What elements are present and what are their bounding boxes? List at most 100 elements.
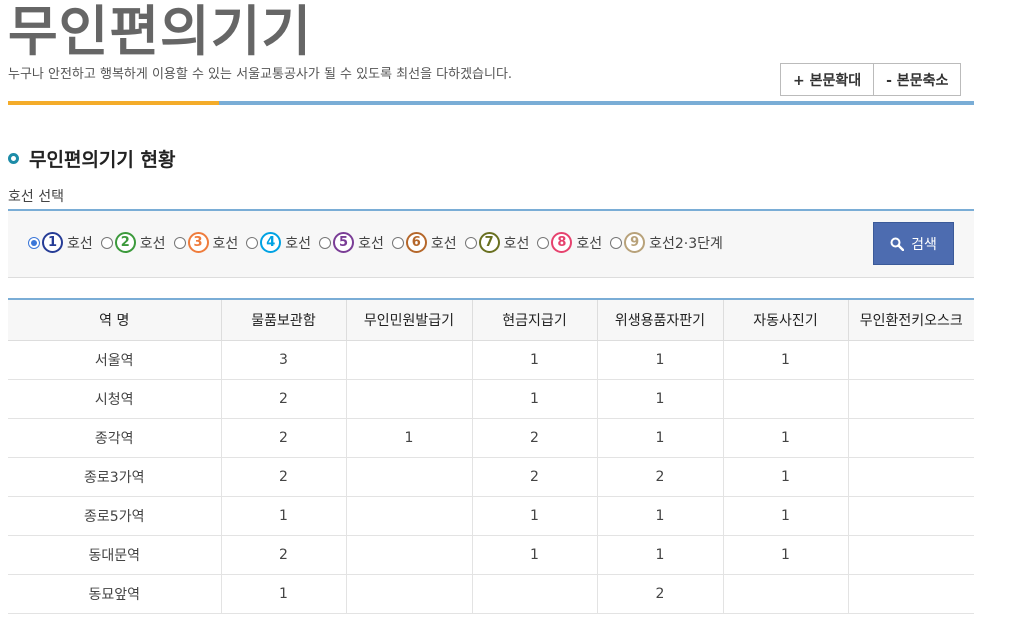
count-cell	[722, 574, 848, 614]
title-divider	[8, 101, 974, 105]
count-cell	[847, 340, 974, 380]
line-number-icon: 3	[187, 232, 209, 253]
line-option-5[interactable]: 5 호선	[319, 232, 384, 253]
line-number-icon: 9	[624, 232, 646, 253]
line-number-icon: 2	[114, 232, 136, 253]
count-cell: 1	[722, 418, 848, 458]
section-heading: 무인편의기기 현황	[8, 145, 175, 172]
line-option-label: 호선	[212, 235, 239, 252]
line-number-icon: 5	[333, 232, 355, 253]
line-radio-1[interactable]	[28, 236, 40, 249]
count-cell	[345, 496, 472, 536]
line-radio-5[interactable]	[319, 236, 332, 249]
line-select-label: 호선 선택	[8, 189, 64, 205]
count-cell: 1	[471, 496, 597, 536]
count-cell: 3	[220, 340, 346, 380]
line-option-8[interactable]: 8 호선	[537, 232, 602, 253]
line-option-1[interactable]: 1 호선	[28, 232, 93, 253]
count-cell: 2	[596, 574, 723, 614]
line-filter-box: 1 호선 2 호선 3 호선 4 호선 5 호선 6 호선 7 호선 8 호선 9 호선2·3단계 검색	[8, 209, 974, 278]
column-header: 무인민원발급기	[345, 299, 472, 341]
table-row: 서울역 3 1 1 1	[8, 340, 974, 380]
search-button[interactable]: 검색	[873, 222, 954, 265]
line-option-label: 호선	[576, 235, 603, 252]
count-cell: 1	[596, 535, 723, 575]
table-row: 시청역 2 1 1	[8, 379, 974, 419]
table-row: 동묘앞역 1 2	[8, 574, 974, 614]
column-header: 물품보관함	[220, 299, 346, 341]
count-cell: 2	[471, 418, 597, 458]
line-option-label: 호선	[358, 235, 384, 252]
line-radio-group: 1 호선 2 호선 3 호선 4 호선 5 호선 6 호선 7 호선 8 호선 9 호선2·3단계	[28, 232, 731, 253]
station-name-cell: 종로3가역	[8, 457, 221, 497]
line-radio-9[interactable]	[610, 236, 623, 249]
line-option-6[interactable]: 6 호선	[391, 232, 457, 253]
count-cell: 1	[471, 379, 597, 419]
line-radio-3[interactable]	[173, 236, 186, 249]
station-name-cell: 종로5가역	[8, 496, 221, 536]
count-cell	[847, 574, 974, 614]
count-cell: 1	[596, 340, 723, 380]
line-number-icon: 4	[260, 232, 282, 253]
line-option-label: 호선	[139, 235, 166, 252]
line-radio-2[interactable]	[100, 236, 113, 249]
line-radio-4[interactable]	[246, 236, 259, 249]
count-cell: 1	[596, 418, 723, 458]
station-name-cell: 동대문역	[8, 535, 221, 575]
font-size-controls: + 본문확대 - 본문축소	[780, 63, 962, 96]
line-radio-7[interactable]	[464, 236, 477, 249]
column-header: 위생용품자판기	[596, 299, 723, 341]
station-name-cell: 종각역	[8, 418, 221, 458]
count-cell	[345, 574, 472, 614]
line-option-label: 호선2·3단계	[649, 235, 723, 252]
count-cell: 1	[596, 496, 723, 536]
line-number-icon: 8	[551, 232, 573, 253]
line-radio-6[interactable]	[391, 236, 404, 249]
count-cell: 1	[345, 418, 472, 458]
search-button-label: 검색	[911, 236, 937, 253]
facility-table: 역 명 물품보관함 무인민원발급기 현금지급기 위생용품자판기 자동사진기 무인환전키오스크…	[8, 298, 974, 614]
count-cell: 1	[722, 496, 848, 536]
line-option-label: 호선	[503, 235, 530, 252]
line-option-label: 호선	[67, 235, 93, 252]
count-cell: 1	[220, 496, 346, 536]
count-cell	[345, 340, 472, 380]
line-option-label: 호선	[285, 235, 312, 252]
font-decrease-button[interactable]: - 본문축소	[873, 64, 961, 95]
count-cell	[847, 457, 974, 497]
count-cell: 1	[471, 535, 597, 575]
table-row: 종로5가역 1 1 1 1	[8, 496, 974, 536]
line-number-icon: 1	[42, 232, 63, 253]
count-cell: 1	[596, 379, 723, 419]
line-radio-8[interactable]	[537, 236, 550, 249]
count-cell	[345, 457, 472, 497]
line-option-7[interactable]: 7 호선	[464, 232, 530, 253]
line-option-3[interactable]: 3 호선	[173, 232, 239, 253]
search-icon	[890, 237, 905, 251]
station-name-cell: 동묘앞역	[8, 574, 221, 614]
page-description: 누구나 안전하고 행복하게 이용할 수 있는 서울교통공사가 될 수 있도록 최…	[8, 67, 513, 82]
title-divider-accent	[8, 101, 219, 105]
line-option-9[interactable]: 9 호선2·3단계	[610, 232, 723, 253]
count-cell	[847, 418, 974, 458]
station-name-cell: 시청역	[8, 379, 221, 419]
line-option-4[interactable]: 4 호선	[246, 232, 311, 253]
line-option-label: 호선	[430, 235, 457, 252]
count-cell	[847, 496, 974, 536]
count-cell	[471, 574, 597, 614]
count-cell	[722, 379, 848, 419]
count-cell: 1	[220, 574, 346, 614]
count-cell: 2	[220, 457, 346, 497]
count-cell: 2	[471, 457, 597, 497]
column-header: 역 명	[8, 299, 221, 341]
section-heading-text: 무인편의기기 현황	[29, 149, 176, 171]
line-option-2[interactable]: 2 호선	[100, 232, 166, 253]
column-header: 자동사진기	[722, 299, 848, 341]
count-cell: 1	[722, 340, 848, 380]
table-body: 서울역 3 1 1 1 시청역 2 1 1 종각역 2 1 2 1 1 종로3가역 2 2 2 1 종로5가역 1 1 1 1 동…	[8, 340, 974, 614]
count-cell	[345, 535, 472, 575]
count-cell: 2	[596, 457, 723, 497]
count-cell: 2	[220, 379, 346, 419]
count-cell: 2	[220, 418, 346, 458]
font-increase-button[interactable]: + 본문확대	[781, 64, 874, 95]
